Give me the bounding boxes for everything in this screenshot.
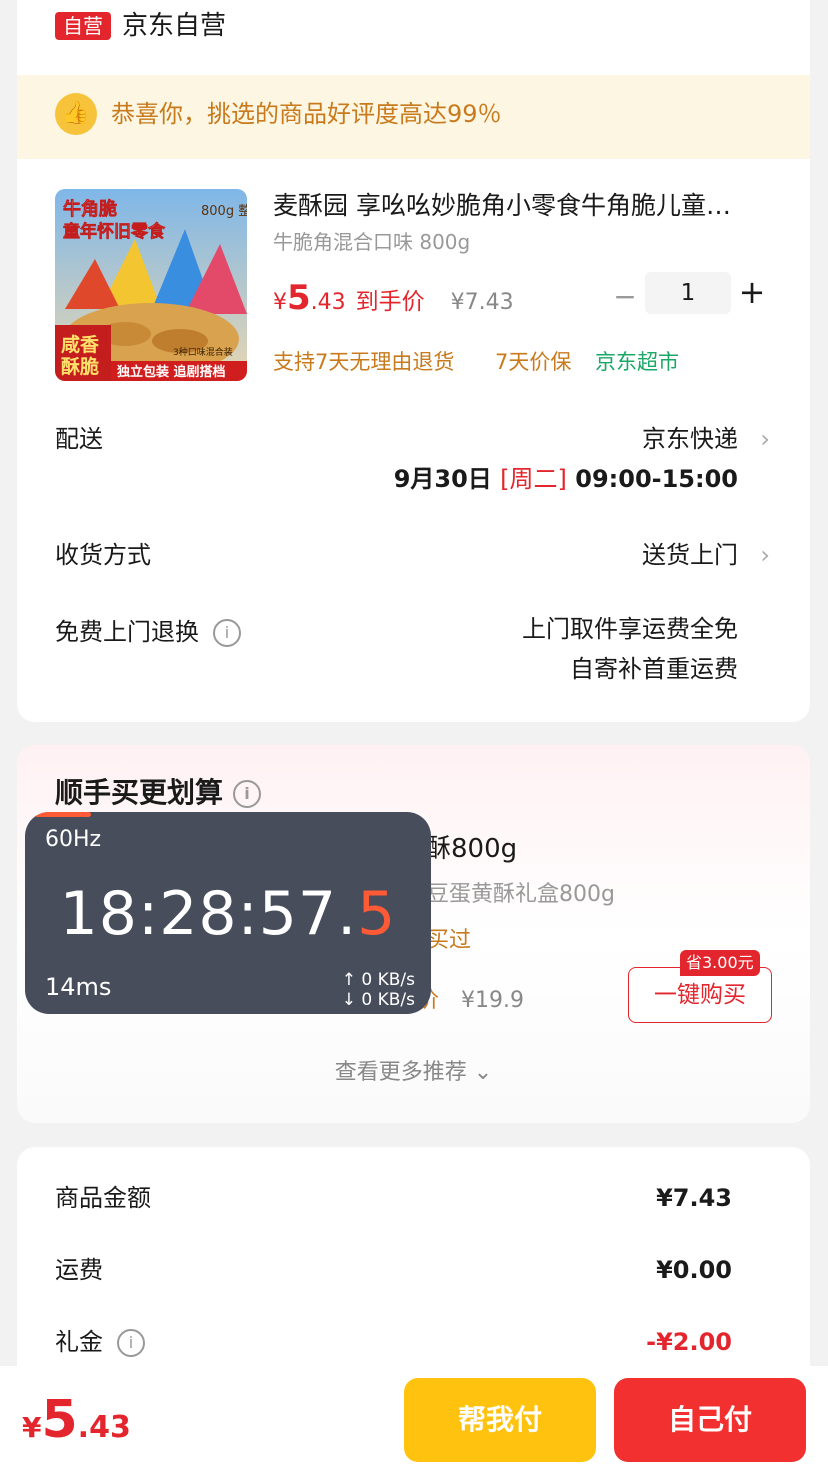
thumbs-up-icon: 👍 [55,93,97,135]
chevron-right-icon[interactable]: › [760,422,770,456]
image-strip: 独立包装 追剧搭档 [117,364,226,380]
order-card: 自营 京东自营 👍 恭喜你，挑选的商品好评度高达99％ 牛角脆 童年怀旧零食 8… [17,0,810,722]
delivery-window: 09:00-15:00 [575,465,738,493]
original-price: ¥7.43 [450,290,514,315]
chevron-down-icon: ⌄ [473,1060,493,1085]
network-speed: ↑ 0 KB/s ↓ 0 KB/s [342,970,415,1010]
quantity-minus-button[interactable]: − [613,279,637,315]
help-pay-button[interactable]: 帮我付 [404,1378,596,1462]
delivery-carrier[interactable]: 京东快递 [642,422,738,456]
overlay-indicator [35,812,91,817]
clock-tenths: 5 [357,879,397,949]
price-label: 到手价 [355,289,425,315]
chevron-right-icon[interactable]: › [760,538,770,572]
image-tagline-2: 童年怀旧零食 [63,221,166,242]
gift-money-value: -¥2.00 [646,1328,732,1356]
price-integer: 5 [287,278,311,318]
service-price-protect: 7天价保 [495,350,572,374]
quantity-plus-button[interactable]: + [738,273,766,311]
info-icon[interactable]: i [117,1329,145,1357]
more-recommend-link[interactable]: 查看更多推荐 ⌄ [17,1057,810,1089]
quantity-input[interactable]: 1 [645,272,731,314]
service-jd-supermarket: 京东超市 [595,350,679,374]
info-icon[interactable]: i [213,619,241,647]
goods-amount-label: 商品金额 [55,1184,151,1212]
delivery-weekday: [周二] [500,465,567,493]
save-badge: 省3.00元 [680,950,760,976]
delivery-label: 配送 [55,425,103,453]
receive-method-label: 收货方式 [55,541,151,569]
recommend-price: ¥19.9 [461,988,524,1013]
rating-banner: 👍 恭喜你，挑选的商品好评度高达99％ [17,75,810,159]
gift-money-text: 礼金 [55,1328,103,1356]
info-icon[interactable]: i [233,780,262,808]
recommend-title: 顺手买更划算 i [55,773,262,813]
free-return-label: 免费上门退换 i [55,615,241,649]
image-mix-label: 3种口味混合装 [173,346,233,358]
product-spec: 牛脆角混合口味 800g [273,230,471,254]
gift-money-label: 礼金 i [55,1325,145,1359]
image-tagline-1: 牛角脆 [63,198,117,220]
upload-speed: ↑ 0 KB/s [341,970,415,990]
image-weight-badge: 800g 整箱 [201,203,247,219]
image-flavor-1: 咸香 [61,333,100,356]
recommend-title-text: 顺手买更划算 [55,776,224,809]
product-image[interactable]: 牛角脆 童年怀旧零食 800g 整箱 咸香 酥脆 3种口味混合装 独立包装 追剧… [55,189,247,381]
store-name[interactable]: 京东自营 [122,8,226,44]
shipping-fee-value: ¥0.00 [656,1256,732,1284]
clock-main: 18:28:57. [59,879,358,949]
self-operated-badge: 自营 [55,12,111,40]
fps-clock-overlay[interactable]: 60Hz 18:28:57.5 14ms ↑ 0 KB/s ↓ 0 KB/s [25,812,431,1014]
delivery-time: 9月30日 [周二] 09:00-15:00 [394,462,738,496]
total-price: ¥ 5 .43 [22,1390,131,1450]
download-speed: ↓ 0 KB/s [341,990,415,1010]
price-decimal: .43 [310,290,346,315]
recommend-bought: 买过 [427,928,472,953]
latency: 14ms [45,973,112,1001]
product-title[interactable]: 麦酥园 享吆吆妙脆角小零食牛角脆儿童… [273,188,783,224]
total-decimal: .43 [77,1410,131,1445]
receive-method-value[interactable]: 送货上门 [642,538,738,572]
more-recommend-text: 查看更多推荐 [334,1060,467,1085]
image-flavor-2: 酥脆 [61,355,99,378]
price-currency: ¥ [273,290,287,315]
clock-time: 18:28:57.5 [25,876,431,952]
delivery-date: 9月30日 [393,465,492,493]
shipping-fee-label: 运费 [55,1256,103,1284]
free-return-line1: 上门取件享运费全免 [522,615,738,643]
recommend-item-name[interactable]: 酥800g [425,831,517,867]
free-return-text: 免费上门退换 [55,618,199,646]
checkout-bar: ¥ 5 .43 帮我付 自己付 [0,1366,828,1475]
total-integer: 5 [41,1390,78,1450]
watermark: 慢星人82475K [300,692,474,720]
service-return-7days: 支持7天无理由退货 [273,350,455,374]
product-price: ¥ 5 .43 到手价 ¥7.43 [273,278,514,322]
rating-text: 恭喜你，挑选的商品好评度高达99％ [111,100,502,128]
total-currency: ¥ [22,1411,42,1444]
recommend-item-sub: 豆蛋黄酥礼盒800g [427,882,615,907]
goods-amount-value: ¥7.43 [656,1184,732,1212]
free-return-line2: 自寄补首重运费 [570,655,738,683]
self-pay-button[interactable]: 自己付 [614,1378,806,1462]
refresh-rate: 60Hz [45,827,102,852]
